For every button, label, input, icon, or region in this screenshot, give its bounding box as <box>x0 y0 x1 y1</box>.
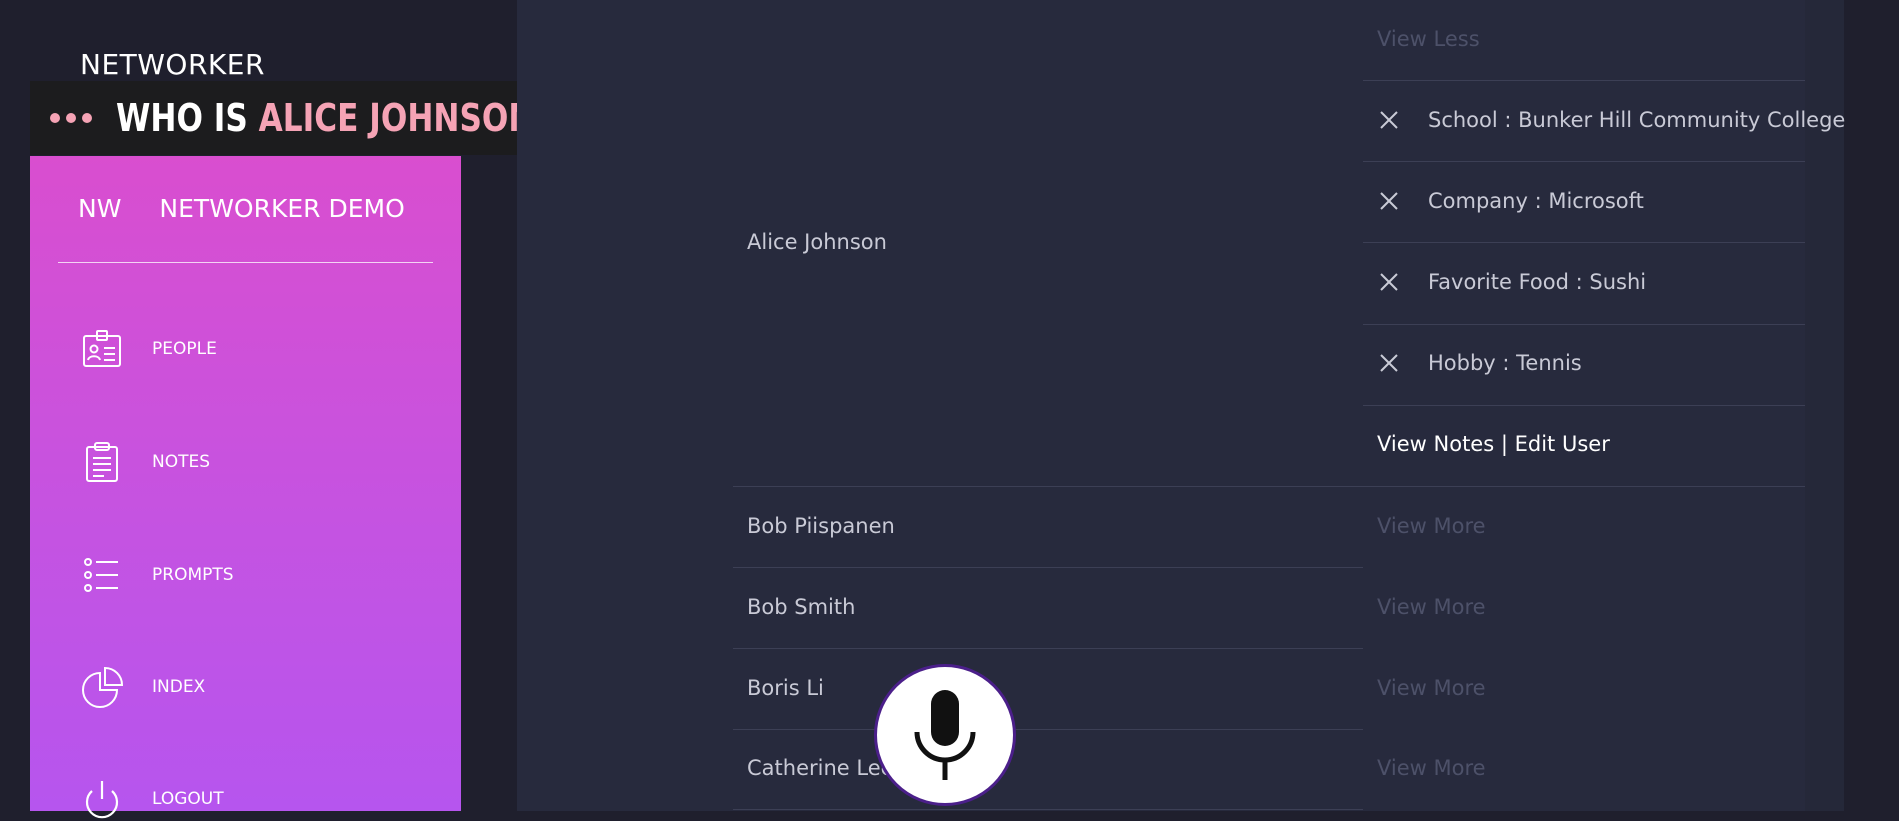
remove-icon[interactable] <box>1378 109 1400 131</box>
sidebar-item-label: PROMPTS <box>152 565 234 585</box>
detail-item: Company : Microsoft <box>1378 189 1644 213</box>
id-card-icon <box>83 330 121 367</box>
detail-item: Hobby : Tennis <box>1378 351 1582 375</box>
sidebar-item-notes[interactable]: NOTES <box>80 440 210 484</box>
query-banner: WHO IS ALICE JOHNSON <box>30 81 534 155</box>
sidebar: NW NETWORKER DEMO PEOPLE NOTES PROMPTS I… <box>30 156 461 819</box>
divider <box>1363 80 1805 81</box>
sidebar-item-label: NOTES <box>152 452 211 472</box>
remove-icon[interactable] <box>1378 190 1400 212</box>
query-text: WHO IS ALICE JOHNSON <box>116 96 534 140</box>
list-icon <box>84 558 118 592</box>
typing-dots-icon <box>50 113 92 123</box>
view-more-link[interactable]: View More <box>1377 595 1486 619</box>
divider <box>1363 242 1805 243</box>
divider <box>1363 405 1805 406</box>
sidebar-item-prompts[interactable]: PROMPTS <box>80 553 234 597</box>
microphone-button[interactable] <box>874 664 1016 806</box>
remove-icon[interactable] <box>1378 271 1400 293</box>
person-name[interactable]: Alice Johnson <box>747 230 887 254</box>
query-name: ALICE JOHNSON <box>258 96 535 140</box>
sidebar-item-label: PEOPLE <box>152 339 217 359</box>
detail-item: School : Bunker Hill Community College <box>1378 108 1845 132</box>
brand-abbr: NW <box>78 194 122 223</box>
sidebar-item-logout[interactable]: LOGOUT <box>80 777 224 821</box>
brand-name: NETWORKER DEMO <box>159 194 405 223</box>
edit-user-link[interactable]: Edit User <box>1515 432 1610 456</box>
sidebar-item-index[interactable]: INDEX <box>80 665 205 709</box>
divider <box>1363 324 1805 325</box>
query-prefix: WHO IS <box>116 96 248 140</box>
view-notes-link[interactable]: View Notes <box>1377 432 1494 456</box>
detail-text: School : Bunker Hill Community College <box>1428 108 1846 132</box>
sidebar-item-label: LOGOUT <box>152 789 224 809</box>
detail-text: Hobby : Tennis <box>1428 351 1582 375</box>
person-name[interactable]: Bob Smith <box>747 595 855 619</box>
sidebar-item-people[interactable]: PEOPLE <box>80 327 217 371</box>
detail-item: Favorite Food : Sushi <box>1378 270 1646 294</box>
brand[interactable]: NW NETWORKER DEMO <box>78 194 405 223</box>
view-more-link[interactable]: View More <box>1377 514 1486 538</box>
divider <box>733 567 1363 568</box>
remove-icon[interactable] <box>1378 352 1400 374</box>
view-less-link[interactable]: View Less <box>1377 27 1480 51</box>
detail-text: Favorite Food : Sushi <box>1428 270 1647 294</box>
detail-text: Company : Microsoft <box>1428 189 1644 213</box>
divider <box>733 486 1805 487</box>
view-more-link[interactable]: View More <box>1377 756 1486 780</box>
app-title: NETWORKER <box>80 48 265 81</box>
actions-separator: | <box>1500 432 1508 456</box>
divider <box>733 648 1363 649</box>
person-name[interactable]: Catherine Lee <box>747 756 894 780</box>
person-name[interactable]: Bob Piispanen <box>747 514 895 538</box>
divider <box>733 809 1363 810</box>
sidebar-item-label: INDEX <box>152 677 206 697</box>
view-more-link[interactable]: View More <box>1377 676 1486 700</box>
person-name[interactable]: Boris Li <box>747 676 824 700</box>
divider <box>1363 161 1805 162</box>
power-icon <box>85 781 119 819</box>
pie-chart-icon <box>82 666 124 708</box>
person-actions: View Notes | Edit User <box>1377 432 1610 456</box>
sidebar-divider <box>58 262 433 263</box>
divider <box>733 729 1363 730</box>
microphone-icon <box>914 690 976 780</box>
clipboard-icon <box>86 442 118 482</box>
